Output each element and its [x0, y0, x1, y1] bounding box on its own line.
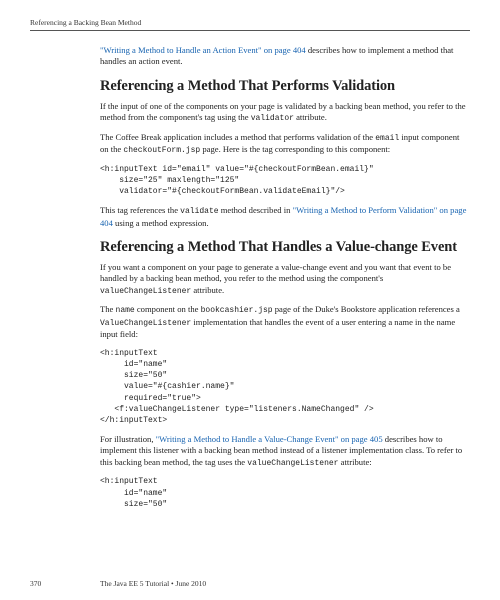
- text: using a method expression.: [113, 218, 209, 228]
- text: If you want a component on your page to …: [100, 262, 451, 283]
- code-inline: name: [116, 306, 135, 315]
- intro-paragraph: "Writing a Method to Handle an Action Ev…: [100, 45, 470, 68]
- text: This tag references the: [100, 205, 180, 215]
- text: page of the Duke's Bookstore application…: [273, 304, 460, 314]
- footer-title: The Java EE 5 Tutorial • June 2010: [100, 579, 206, 588]
- page: Referencing a Backing Bean Method "Writi…: [0, 0, 500, 532]
- heading-validation: Referencing a Method That Performs Valid…: [100, 78, 470, 95]
- text: attribute.: [294, 112, 327, 122]
- code-block-validation: <h:inputText id="email" value="#{checkou…: [100, 164, 470, 198]
- code-inline: ValueChangeListener: [100, 319, 191, 328]
- text: attribute:: [338, 457, 371, 467]
- sec2-p2: The name component on the bookcashier.js…: [100, 304, 470, 340]
- code-inline: validate: [180, 207, 218, 216]
- sec1-p1: If the input of one of the components on…: [100, 101, 470, 125]
- text: page. Here is the tag corresponding to t…: [200, 144, 390, 154]
- heading-value-change: Referencing a Method That Handles a Valu…: [100, 239, 470, 256]
- link-value-change-event[interactable]: "Writing a Method to Handle a Value-Chan…: [156, 434, 383, 444]
- footer: 370 The Java EE 5 Tutorial • June 2010: [30, 579, 206, 588]
- code-block-value-change-1: <h:inputText id="name" size="50" value="…: [100, 348, 470, 426]
- text: method described in: [219, 205, 293, 215]
- sec1-p2: The Coffee Break application includes a …: [100, 132, 470, 157]
- code-inline: bookcashier.jsp: [201, 306, 273, 315]
- sec1-p3: This tag references the validate method …: [100, 205, 470, 229]
- code-inline: email: [375, 134, 399, 143]
- page-number: 370: [30, 579, 64, 588]
- link-action-event[interactable]: "Writing a Method to Handle an Action Ev…: [100, 45, 306, 55]
- code-inline: checkoutForm.jsp: [123, 146, 200, 155]
- code-inline: validator: [251, 114, 294, 123]
- text: The: [100, 304, 116, 314]
- text: For illustration,: [100, 434, 156, 444]
- code-block-value-change-2: <h:inputText id="name" size="50": [100, 476, 470, 510]
- code-inline: valueChangeListener: [100, 287, 191, 296]
- sec2-p3: For illustration, "Writing a Method to H…: [100, 434, 470, 469]
- text: The Coffee Break application includes a …: [100, 132, 375, 142]
- text: attribute.: [191, 285, 224, 295]
- text: component on the: [135, 304, 201, 314]
- sec2-p1: If you want a component on your page to …: [100, 262, 470, 297]
- running-head: Referencing a Backing Bean Method: [30, 18, 470, 31]
- body-column: "Writing a Method to Handle an Action Ev…: [100, 45, 470, 510]
- code-inline: valueChangeListener: [247, 459, 338, 468]
